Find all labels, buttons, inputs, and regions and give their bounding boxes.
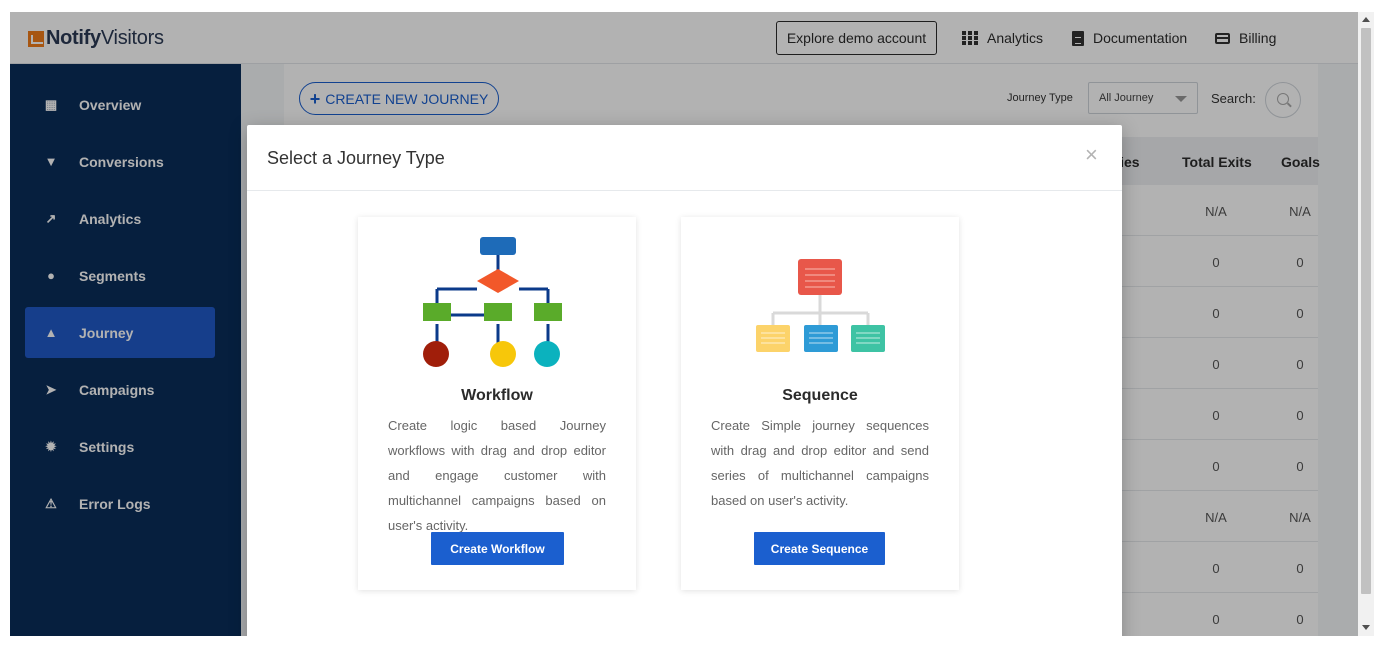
workflow-description: Create logic based Journey workflows wit… [388,418,606,533]
scroll-down-arrow-icon[interactable] [1362,625,1370,630]
workflow-title: Workflow [461,387,533,404]
app-frame: Notify Visitors Explore demo account Anal… [10,12,1358,636]
modal-title: Select a Journey Type [267,148,445,168]
workflow-diagram-icon [423,237,562,367]
sequence-title: Sequence [782,387,858,404]
journey-type-modal: Select a Journey Type × Workflow Create … [247,125,1122,636]
scrollbar-thumb[interactable] [1361,28,1371,594]
create-workflow-button[interactable]: Create Workflow [431,532,564,565]
scroll-up-arrow-icon[interactable] [1362,17,1370,22]
close-icon[interactable]: × [1085,144,1098,166]
modal-header: Select a Journey Type × [247,125,1122,191]
sequence-diagram-icon [756,259,885,352]
create-sequence-button[interactable]: Create Sequence [754,532,885,565]
workflow-card[interactable]: Workflow Create logic based Journey work… [358,217,636,590]
page-scrollbar[interactable] [1358,12,1374,636]
sequence-description: Create Simple journey sequences with dra… [711,418,929,508]
sequence-card[interactable]: Sequence Create Simple journey sequences… [681,217,959,590]
